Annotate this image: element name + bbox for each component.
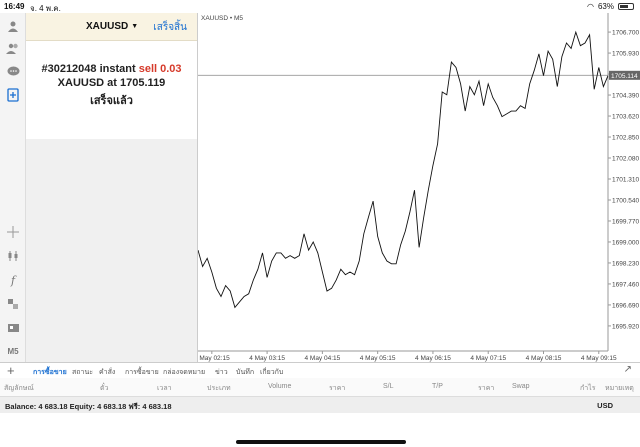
wifi-icon: ◠ <box>587 2 594 11</box>
order-ticket: #30212048 instant <box>41 63 136 75</box>
y-tick-label: 1698.230 <box>612 260 639 267</box>
price-series-line[interactable] <box>197 30 609 309</box>
crosshair-icon[interactable] <box>5 225 21 239</box>
trade-columns: สัญลักษณ์ ตั๋ว เวลา ประเภท Volume ราคา S… <box>0 378 640 397</box>
status-time: 16:49 <box>4 2 25 11</box>
x-tick-label: 4 May 08:15 <box>526 355 562 362</box>
col-volume[interactable]: Volume <box>268 383 291 390</box>
col-type[interactable]: ประเภท <box>207 383 231 394</box>
col-tp[interactable]: T/P <box>432 383 443 390</box>
add-icon[interactable]: + <box>7 363 15 378</box>
new-order-icon[interactable] <box>5 88 21 102</box>
order-panel-header: XAUUSD ▼ เสร็จสิ้น <box>26 13 197 41</box>
status-right: ◠ 63% <box>587 2 634 11</box>
x-tick-label: 4 May 09:15 <box>581 355 617 362</box>
tab-orders[interactable]: คำสั่ง <box>99 367 115 378</box>
y-tick-label: 1697.460 <box>612 281 639 288</box>
status-bar: 16:49 จ. 4 พ.ค. ◠ 63% <box>0 0 640 13</box>
indicator-icon[interactable]: f <box>5 273 21 287</box>
col-time[interactable]: เวลา <box>157 383 172 394</box>
chevron-right-icon[interactable]: ↗ <box>624 364 632 375</box>
col-profit[interactable]: กำไร <box>580 383 595 394</box>
symbol-selector[interactable]: XAUUSD ▼ <box>86 21 138 32</box>
tab-deals[interactable]: การซื้อขาย <box>125 367 159 378</box>
tab-journal[interactable]: บันทึก <box>236 367 254 378</box>
chat-icon[interactable] <box>5 65 21 79</box>
tab-news[interactable]: ข่าว <box>215 367 228 378</box>
user-icon[interactable] <box>5 19 21 33</box>
col-ticket[interactable]: ตั๋ว <box>100 383 108 394</box>
balance-text: Balance: 4 683.18 Equity: 4 683.18 ฟรี: … <box>5 402 172 411</box>
tab-about[interactable]: เกี่ยวกับ <box>260 367 283 378</box>
chevron-down-icon: ▼ <box>131 23 139 30</box>
current-price-label: 1705.114 <box>611 73 638 80</box>
y-tick-label: 1705.930 <box>612 51 639 58</box>
col-price[interactable]: ราคา <box>329 383 345 394</box>
x-tick-label: 4 May 02:15 <box>198 355 230 362</box>
col-price-current[interactable]: ราคา <box>478 383 494 394</box>
x-tick-label: 4 May 05:15 <box>360 355 396 362</box>
col-sl[interactable]: S/L <box>383 383 394 390</box>
x-tick-label: 4 May 07:15 <box>470 355 506 362</box>
x-tick-label: 4 May 04:15 <box>304 355 340 362</box>
battery-percent: 63% <box>597 2 614 11</box>
y-tick-label: 1704.390 <box>612 93 639 100</box>
col-symbol[interactable]: สัญลักษณ์ <box>4 383 34 394</box>
price-prefix: XAUUSD at <box>57 77 117 89</box>
objects-icon[interactable] <box>5 297 21 311</box>
chart-title: XAUUSD • M5 <box>201 15 243 22</box>
y-tick-label: 1700.540 <box>612 197 639 204</box>
tab-mailbox[interactable]: กล่องจดหมาย <box>163 367 205 378</box>
order-panel: XAUUSD ▼ เสร็จสิ้น #30212048 instant sel… <box>26 13 198 362</box>
col-comment[interactable]: หมายเหตุ <box>605 383 634 394</box>
price-chart[interactable]: 1706.7001705.9301705.1601704.3901703.620… <box>194 13 640 362</box>
price-line: XAUUSD at 1705.119 <box>26 77 197 89</box>
battery-icon <box>618 3 634 10</box>
executed-price: 1705.119 <box>120 77 166 89</box>
left-toolbar: f M5 <box>0 13 26 362</box>
symbol-label: XAUUSD <box>86 21 129 32</box>
home-indicator[interactable] <box>236 440 406 444</box>
y-tick-label: 1703.620 <box>612 114 639 121</box>
x-tick-label: 4 May 06:15 <box>415 355 451 362</box>
order-result: #30212048 instant sell 0.03 XAUUSD at 17… <box>26 41 197 139</box>
order-status: เสร็จแล้ว <box>90 95 133 107</box>
y-tick-label: 1702.080 <box>612 156 639 163</box>
tab-positions[interactable]: สถานะ <box>72 367 93 378</box>
y-tick-label: 1696.690 <box>612 302 639 309</box>
x-tick-label: 4 May 03:15 <box>249 355 285 362</box>
y-tick-label: 1699.000 <box>612 239 639 246</box>
y-tick-label: 1701.310 <box>612 177 639 184</box>
col-swap[interactable]: Swap <box>512 383 530 390</box>
y-tick-label: 1695.920 <box>612 323 639 330</box>
balance-row: Balance: 4 683.18 Equity: 4 683.18 ฟรี: … <box>0 397 640 413</box>
order-line: #30212048 instant sell 0.03 <box>26 63 197 75</box>
y-tick-label: 1699.770 <box>612 218 639 225</box>
chart-svg[interactable]: 1706.7001705.9301705.1601704.3901703.620… <box>194 13 640 362</box>
done-button[interactable]: เสร็จสิ้น <box>153 20 187 35</box>
users-icon[interactable] <box>5 41 21 55</box>
templates-icon[interactable] <box>5 321 21 335</box>
balance-currency: USD <box>597 401 613 410</box>
order-action: sell 0.03 <box>138 63 182 75</box>
timeframe-button[interactable]: M5 <box>5 344 21 358</box>
y-tick-label: 1706.700 <box>612 30 639 37</box>
y-tick-label: 1702.850 <box>612 135 639 142</box>
bottom-tabs: + การซื้อขาย สถานะ คำสั่ง การซื้อขาย กล่… <box>0 362 640 380</box>
candles-icon[interactable] <box>5 249 21 263</box>
